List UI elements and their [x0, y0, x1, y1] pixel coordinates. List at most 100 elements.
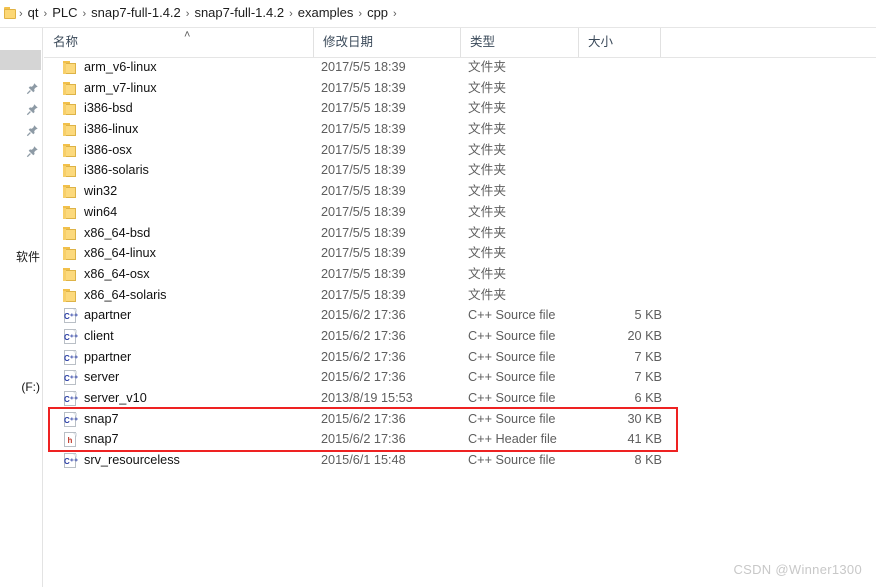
- pin-icon[interactable]: [26, 103, 39, 116]
- pin-icon[interactable]: [26, 124, 39, 137]
- cell-size: 7 KB: [634, 370, 662, 385]
- folder-icon: [62, 288, 78, 303]
- cell-name: client: [84, 328, 114, 343]
- cell-date: 2017/5/5 18:39: [321, 142, 406, 157]
- cell-size: [568, 243, 662, 264]
- breadcrumb-item-4[interactable]: snap7-full-1.4.2: [190, 5, 288, 20]
- table-row[interactable]: win64 2017/5/5 18:39 文件夹: [44, 202, 876, 223]
- cell-type: 文件夹: [468, 287, 507, 302]
- nav-selected-item[interactable]: [0, 50, 41, 70]
- cell-size: [568, 98, 662, 119]
- breadcrumb-item-3[interactable]: snap7-full-1.4.2: [87, 5, 185, 20]
- cell-size: [568, 264, 662, 285]
- nav-item-label-2[interactable]: (F:): [21, 380, 40, 394]
- cpp-source-file-icon: C⁺⁺: [62, 370, 78, 386]
- cell-name: apartner: [84, 308, 132, 323]
- address-bar[interactable]: › qt › PLC › snap7-full-1.4.2 › snap7-full-1.4.…: [0, 0, 876, 28]
- cell-size: [568, 140, 662, 161]
- cell-type: C++ Source file: [468, 328, 556, 343]
- cpp-source-file-icon: C⁺⁺: [62, 349, 78, 365]
- table-row[interactable]: C⁺⁺ srv_resourceless 2015/6/1 15:48 C++ Sou…: [44, 450, 876, 471]
- cell-type: C++ Source file: [468, 370, 556, 385]
- folder-icon: [62, 81, 78, 96]
- table-row[interactable]: C⁺⁺ apartner 2015/6/2 17:36 C++ Source file…: [44, 305, 876, 326]
- table-row[interactable]: C⁺⁺ snap7 2015/6/2 17:36 C++ Source file 30 …: [44, 409, 876, 430]
- breadcrumb-item-2[interactable]: PLC: [48, 5, 81, 20]
- cell-type: C++ Source file: [468, 411, 556, 426]
- cell-date: 2017/5/5 18:39: [321, 225, 406, 240]
- watermark: CSDN @Winner1300: [733, 562, 862, 577]
- cell-size: [568, 160, 662, 181]
- navigation-pane[interactable]: 软件 (F:): [0, 28, 43, 587]
- cell-name: win32: [84, 184, 118, 199]
- breadcrumb[interactable]: › qt › PLC › snap7-full-1.4.2 › snap7-full-1.4.…: [18, 0, 398, 27]
- cell-name: srv_resourceless: [84, 453, 180, 468]
- cell-type: C++ Source file: [468, 349, 556, 364]
- folder-icon: [62, 226, 78, 241]
- breadcrumb-item-6[interactable]: cpp: [363, 5, 392, 20]
- breadcrumb-separator-icon: ›: [19, 8, 23, 20]
- cell-date: 2017/5/5 18:39: [321, 204, 406, 219]
- folder-icon: [4, 7, 16, 20]
- table-row[interactable]: C⁺⁺ client 2015/6/2 17:36 C++ Source file 20…: [44, 326, 876, 347]
- cell-size: 6 KB: [634, 391, 662, 405]
- cell-date: 2015/6/2 17:36: [321, 328, 406, 343]
- cpp-source-file-icon: C⁺⁺: [62, 453, 78, 469]
- cell-name: x86_64-bsd: [84, 225, 151, 240]
- cell-date: 2017/5/5 18:39: [321, 266, 406, 281]
- nav-item-label-1[interactable]: 软件: [16, 250, 40, 264]
- file-rows[interactable]: arm_v6-linux 2017/5/5 18:39 文件夹 arm_v7-linu…: [44, 57, 876, 471]
- cell-name: i386-linux: [84, 122, 139, 137]
- breadcrumb-item-5[interactable]: examples: [294, 5, 358, 20]
- cell-size: 41 KB: [627, 432, 662, 447]
- cell-date: 2017/5/5 18:39: [321, 122, 406, 137]
- cell-size: [568, 223, 662, 244]
- table-row[interactable]: C⁺⁺ server_v10 2013/8/19 15:53 C++ Source f…: [44, 388, 876, 409]
- table-row[interactable]: win32 2017/5/5 18:39 文件夹: [44, 181, 876, 202]
- breadcrumb-separator-icon: ›: [393, 8, 397, 20]
- cell-date: 2013/8/19 15:53: [321, 391, 413, 405]
- cell-type: 文件夹: [468, 101, 507, 116]
- cell-size: 30 KB: [627, 411, 662, 426]
- table-row[interactable]: i386-solaris 2017/5/5 18:39 文件夹: [44, 160, 876, 181]
- cell-name: arm_v7-linux: [84, 80, 157, 95]
- breadcrumb-item-1[interactable]: qt: [24, 5, 43, 20]
- table-row[interactable]: i386-osx 2017/5/5 18:39 文件夹: [44, 140, 876, 161]
- column-header-type[interactable]: 类型: [460, 28, 578, 57]
- cell-date: 2015/6/2 17:36: [321, 349, 406, 364]
- cell-date: 2017/5/5 18:39: [321, 163, 406, 178]
- cell-name: server: [84, 370, 120, 385]
- table-row[interactable]: x86_64-bsd 2017/5/5 18:39 文件夹: [44, 223, 876, 244]
- table-row[interactable]: x86_64-linux 2017/5/5 18:39 文件夹: [44, 243, 876, 264]
- column-header-date-modified[interactable]: 修改日期: [313, 28, 460, 57]
- column-header-size[interactable]: 大小: [578, 28, 660, 57]
- pin-icon[interactable]: [26, 145, 39, 158]
- cell-type: 文件夹: [468, 60, 507, 74]
- table-row[interactable]: arm_v6-linux 2017/5/5 18:39 文件夹: [44, 57, 876, 78]
- table-row[interactable]: arm_v7-linux 2017/5/5 18:39 文件夹: [44, 78, 876, 99]
- file-list-pane[interactable]: 名称 ˄ 修改日期 类型 大小 arm_v6-linux 2017/5/5 18:…: [44, 28, 876, 587]
- cell-type: 文件夹: [468, 204, 507, 219]
- cell-date: 2017/5/5 18:39: [321, 80, 406, 95]
- cell-name: x86_64-solaris: [84, 287, 167, 302]
- column-header-row[interactable]: 名称 ˄ 修改日期 类型 大小: [44, 28, 876, 58]
- column-header-name[interactable]: 名称: [44, 28, 313, 57]
- cell-size: [568, 119, 662, 140]
- cell-date: 2017/5/5 18:39: [321, 184, 406, 199]
- folder-icon: [62, 101, 78, 116]
- table-row[interactable]: h snap7 2015/6/2 17:36 C++ Header file 41 KB: [44, 429, 876, 450]
- cell-type: C++ Source file: [468, 391, 556, 405]
- folder-icon: [62, 143, 78, 158]
- cpp-source-file-icon: C⁺⁺: [62, 308, 78, 324]
- pin-icon[interactable]: [26, 82, 39, 95]
- cell-name: i386-bsd: [84, 101, 133, 116]
- table-row[interactable]: x86_64-osx 2017/5/5 18:39 文件夹: [44, 264, 876, 285]
- table-row[interactable]: i386-linux 2017/5/5 18:39 文件夹: [44, 119, 876, 140]
- folder-icon: [62, 267, 78, 282]
- table-row[interactable]: i386-bsd 2017/5/5 18:39 文件夹: [44, 98, 876, 119]
- table-row[interactable]: C⁺⁺ ppartner 2015/6/2 17:36 C++ Source file…: [44, 347, 876, 368]
- folder-icon: [62, 246, 78, 261]
- cell-date: 2015/6/2 17:36: [321, 411, 406, 426]
- table-row[interactable]: x86_64-solaris 2017/5/5 18:39 文件夹: [44, 285, 876, 306]
- table-row[interactable]: C⁺⁺ server 2015/6/2 17:36 C++ Source file 7 …: [44, 367, 876, 388]
